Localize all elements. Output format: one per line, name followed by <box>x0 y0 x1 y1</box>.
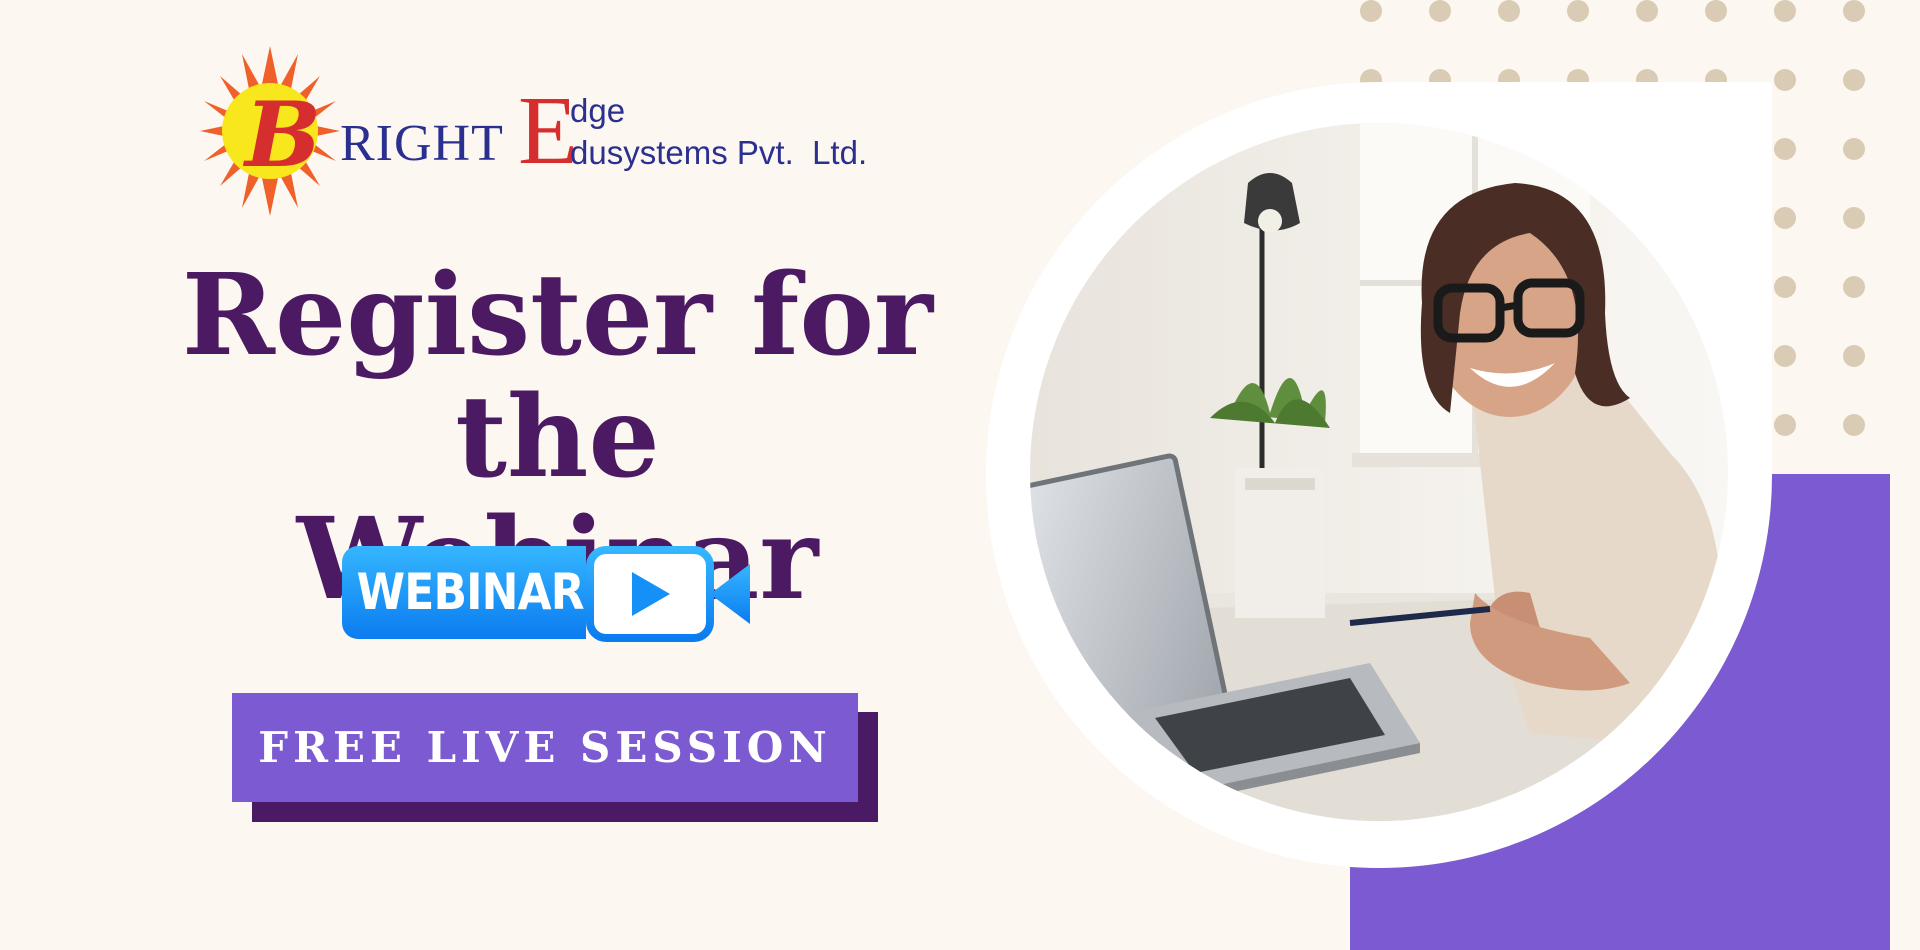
decorative-dot <box>1843 345 1865 367</box>
decorative-dot <box>1774 414 1796 436</box>
decorative-dot <box>1498 0 1520 22</box>
logo-letter-b: B <box>242 82 321 188</box>
decorative-dot <box>1774 138 1796 160</box>
decorative-dot <box>1774 345 1796 367</box>
decorative-dot <box>1636 0 1658 22</box>
decorative-dot <box>1774 276 1796 298</box>
decorative-dot <box>1843 138 1865 160</box>
decorative-dot <box>1843 69 1865 91</box>
decorative-dot <box>1360 0 1382 22</box>
webinar-photo <box>1030 123 1728 821</box>
video-camera-play-icon <box>586 546 750 642</box>
webinar-badge-label: WEBINAR <box>356 563 585 621</box>
decorative-dot <box>1774 207 1796 229</box>
logo-company-suffix: dusystems Pvt. Ltd. <box>570 134 868 171</box>
decorative-dot <box>1843 0 1865 22</box>
brightedge-logo: B RIGHT E dge dusystems Pvt. Ltd. <box>200 46 920 226</box>
logo-letter-e: E <box>518 77 578 185</box>
decorative-dot <box>1843 414 1865 436</box>
decorative-dot <box>1567 0 1589 22</box>
decorative-dot <box>1774 0 1796 22</box>
decorative-dot <box>1705 0 1727 22</box>
free-live-session-button[interactable]: FREE LIVE SESSION <box>232 693 858 802</box>
decorative-dot <box>1429 0 1451 22</box>
logo-word-dge: dge <box>570 92 626 129</box>
decorative-dot <box>1843 207 1865 229</box>
logo-word-right: RIGHT <box>340 115 504 172</box>
sun-logo-icon: B <box>200 46 340 216</box>
decorative-dot <box>1843 276 1865 298</box>
decorative-dot <box>1774 69 1796 91</box>
webinar-badge: WEBINAR <box>342 546 750 642</box>
headline-line-1: Register for the <box>181 250 934 503</box>
